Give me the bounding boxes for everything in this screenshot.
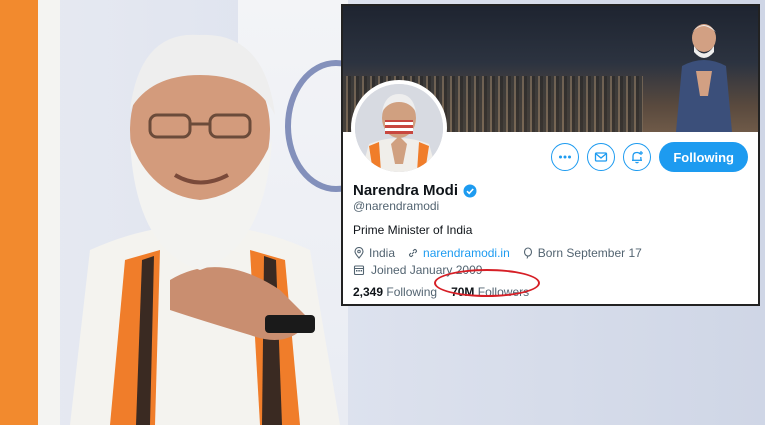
more-icon	[559, 155, 572, 159]
mail-icon	[595, 152, 608, 162]
calendar-icon	[353, 265, 365, 276]
following-stat[interactable]: 2,349 Following	[353, 285, 437, 299]
profile-avatar[interactable]	[351, 80, 447, 176]
location-text: India	[369, 246, 396, 260]
following-button[interactable]: Following	[659, 142, 748, 172]
birthday-text: Born September 17	[537, 246, 642, 260]
following-label: Following	[386, 285, 438, 299]
verified-badge-icon	[463, 184, 477, 197]
balloon-icon	[523, 247, 532, 259]
profile-name-row: Narendra Modi	[353, 182, 477, 199]
profile-bio: Prime Minister of India	[353, 223, 473, 237]
twitter-profile-card: Following Narendra Modi @narendramodi Pr…	[341, 4, 760, 306]
link-icon	[408, 248, 418, 258]
profile-meta-row: India narendramodi.in Born September 17	[353, 246, 642, 260]
location: India	[353, 246, 395, 260]
website[interactable]: narendramodi.in	[407, 246, 510, 260]
location-icon	[354, 247, 364, 259]
more-button[interactable]	[551, 143, 580, 171]
banner-person	[676, 24, 732, 132]
message-button[interactable]	[587, 143, 616, 171]
website-link[interactable]: narendramodi.in	[423, 246, 510, 260]
bell-plus-icon	[632, 151, 644, 164]
profile-actions: Following	[551, 142, 748, 172]
profile-handle: @narendramodi	[353, 199, 440, 213]
birthday: Born September 17	[522, 246, 642, 260]
person-portrait	[70, 34, 340, 425]
followers-highlight-circle	[434, 269, 540, 297]
profile-name: Narendra Modi	[353, 182, 459, 199]
avatar-image	[355, 84, 443, 172]
following-count: 2,349	[353, 285, 384, 299]
notifications-button[interactable]	[623, 143, 652, 171]
